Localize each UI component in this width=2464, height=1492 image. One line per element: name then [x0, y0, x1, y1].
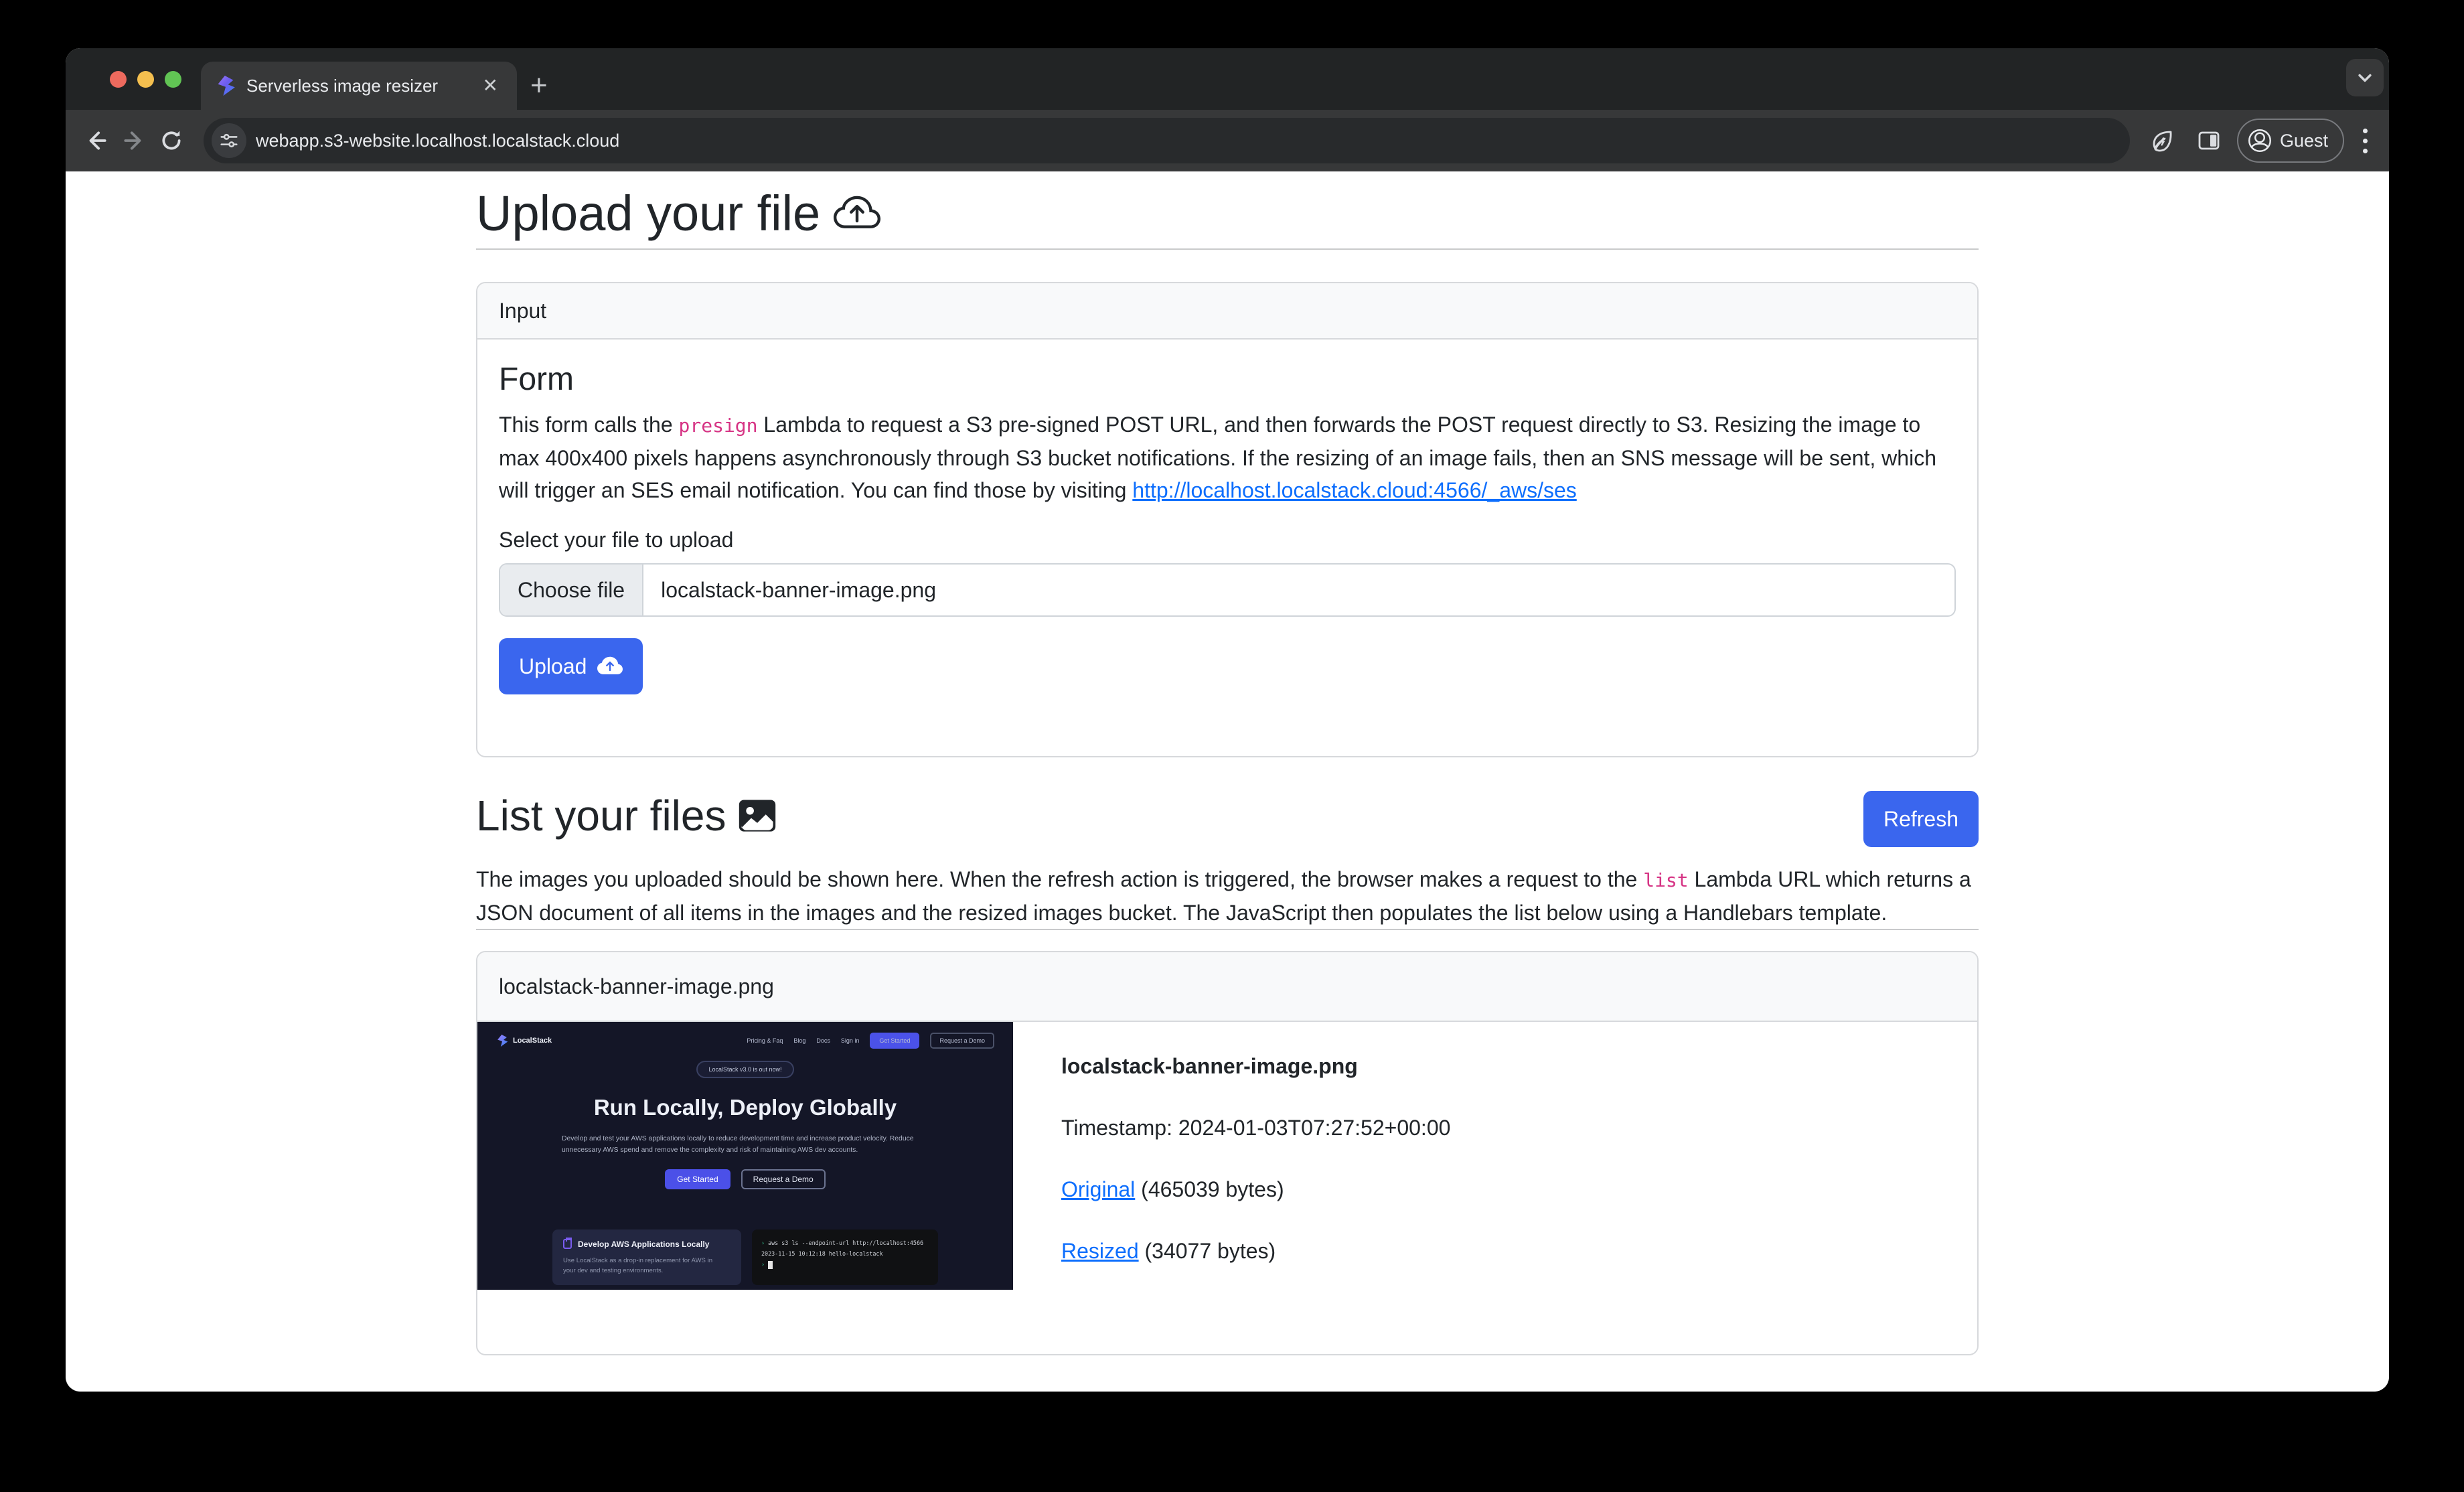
window-controls [110, 71, 181, 88]
url-text: webapp.s3-website.localhost.localstack.c… [256, 131, 619, 151]
file-name: localstack-banner-image.png [1061, 1050, 1450, 1082]
clipboard-icon [563, 1239, 572, 1249]
resized-link[interactable]: Resized [1061, 1239, 1139, 1263]
web-page: Upload your file Input Form This form ca… [66, 171, 2389, 1392]
file-thumbnail-image: LocalStack Pricing & Faq Blog Docs Sign … [477, 1022, 1013, 1290]
input-card: Input Form This form calls the presign L… [476, 282, 1979, 757]
banner-request-demo: Request a Demo [741, 1169, 826, 1189]
energy-saver-button[interactable] [2143, 122, 2181, 159]
back-button[interactable] [78, 122, 115, 159]
file-select-label: Select your file to upload [499, 528, 1956, 552]
side-panel-icon [2197, 129, 2221, 153]
site-settings-button[interactable] [212, 123, 246, 158]
site-settings-icon [219, 131, 239, 151]
minimize-window-button[interactable] [137, 71, 154, 88]
terminal-cursor [768, 1261, 773, 1269]
selected-file-name: localstack-banner-image.png [643, 565, 953, 615]
localstack-favicon-icon [216, 76, 236, 96]
browser-menu-button[interactable] [2354, 129, 2377, 153]
tab-serverless-image-resizer[interactable]: Serverless image resizer ✕ [201, 62, 517, 110]
url-bar[interactable]: webapp.s3-website.localhost.localstack.c… [204, 118, 2130, 163]
divider [476, 248, 1979, 250]
browser-toolbar: webapp.s3-website.localhost.localstack.c… [66, 110, 2389, 171]
tab-search-button[interactable] [2346, 59, 2384, 96]
input-card-header: Input [477, 283, 1977, 340]
file-card: localstack-banner-image.png LocalStack P… [476, 951, 1979, 1355]
back-icon [84, 128, 109, 153]
choose-file-button[interactable]: Choose file [500, 565, 643, 615]
banner-terminal: › aws s3 ls --endpoint-url http://localh… [752, 1229, 938, 1285]
localstack-logo-icon [496, 1035, 508, 1047]
resized-file-row: Resized (34077 bytes) [1061, 1235, 1450, 1267]
cloud-upload-icon [834, 190, 880, 237]
file-timestamp: Timestamp: 2024-01-03T07:27:52+00:00 [1061, 1112, 1450, 1144]
refresh-button[interactable]: Refresh [1863, 791, 1979, 847]
tab-strip: Serverless image resizer ✕ + [66, 48, 2389, 110]
upload-button[interactable]: Upload [499, 638, 643, 694]
energy-saver-leaf-icon [2150, 129, 2174, 153]
tab-close-icon[interactable]: ✕ [479, 75, 502, 96]
avatar-icon [2248, 129, 2272, 153]
banner-feature-card: Develop AWS Applications Locally Use Loc… [552, 1229, 741, 1285]
new-tab-button[interactable]: + [530, 71, 548, 100]
list-code: list [1643, 869, 1688, 891]
banner-nav: LocalStack Pricing & Faq Blog Docs Sign … [477, 1022, 1013, 1049]
profile-button[interactable]: Guest [2237, 119, 2344, 163]
banner-badge: LocalStack v3.0 is out now! [696, 1061, 793, 1078]
presign-code: presign [679, 415, 758, 437]
kebab-menu-icon [2363, 129, 2368, 133]
form-title: Form [499, 361, 1956, 398]
close-window-button[interactable] [110, 71, 127, 88]
file-details: localstack-banner-image.png Timestamp: 2… [1013, 1022, 1450, 1354]
banner-get-started: Get Started [665, 1169, 730, 1189]
chevron-down-icon [2356, 68, 2374, 87]
browser-window: Serverless image resizer ✕ + [66, 48, 2389, 1392]
cloud-upload-fill-icon [597, 654, 623, 679]
reload-button[interactable] [153, 122, 190, 159]
profile-label: Guest [2280, 131, 2328, 151]
upload-section-title: Upload your file [476, 185, 1979, 242]
list-section-title: List your files [476, 791, 777, 840]
banner-logo: LocalStack [496, 1035, 552, 1047]
reload-icon [159, 128, 184, 153]
file-card-header: localstack-banner-image.png [477, 952, 1977, 1022]
file-input[interactable]: Choose file localstack-banner-image.png [499, 563, 1956, 617]
original-link[interactable]: Original [1061, 1177, 1135, 1201]
side-panel-button[interactable] [2190, 122, 2228, 159]
ses-link[interactable]: http://localhost.localstack.cloud:4566/_… [1132, 478, 1576, 502]
divider [476, 929, 1979, 930]
original-file-row: Original (465039 bytes) [1061, 1173, 1450, 1205]
list-description: The images you uploaded should be shown … [476, 863, 1979, 929]
forward-button[interactable] [115, 122, 153, 159]
tab-title: Serverless image resizer [246, 76, 468, 96]
banner-subtext: Develop and test your AWS applications l… [562, 1133, 929, 1156]
maximize-window-button[interactable] [165, 71, 181, 88]
banner-headline: Run Locally, Deploy Globally [477, 1093, 1013, 1122]
forward-icon [121, 128, 147, 153]
form-description: This form calls the presign Lambda to re… [499, 408, 1956, 506]
image-icon [738, 796, 777, 835]
